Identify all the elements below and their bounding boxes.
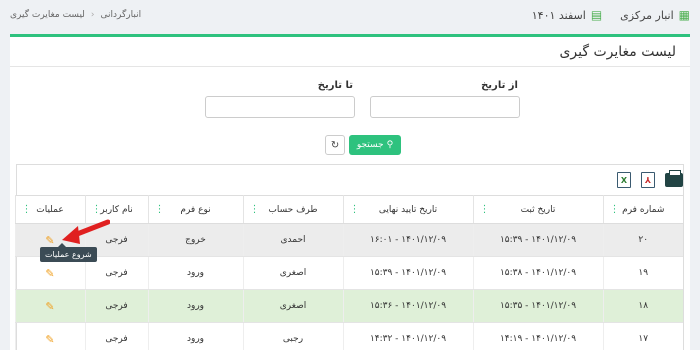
from-date-group: از تاریخ: [370, 80, 520, 118]
column-menu-icon[interactable]: ⋮: [22, 204, 32, 215]
cell-form-type: ورود: [147, 322, 243, 350]
refresh-button[interactable]: ↻: [325, 135, 345, 155]
col-header-final-approval-date[interactable]: تاریخ تایید نهایی ⋮: [342, 195, 473, 224]
cell-register-date: ۱۴۰۱/۱۲/۰۹ - ۱۵:۳۵: [472, 289, 603, 323]
cell-operations: ✎: [14, 289, 85, 323]
search-button-label: جستجو: [356, 140, 384, 150]
cell-operations: ✎: [14, 322, 85, 350]
pencil-icon[interactable]: ✎: [45, 234, 54, 247]
cell-counterparty: اصغری: [242, 289, 343, 323]
col-header-register-date[interactable]: تاریخ ثبت ⋮: [472, 195, 603, 224]
main-card: لیست مغایرت گیری از تاریخ تا تاریخ ⚲ جست…: [10, 34, 690, 350]
pdf-icon[interactable]: ⅄: [641, 172, 655, 188]
column-menu-icon[interactable]: ⋮: [610, 204, 620, 215]
cell-final-approval-date: ۱۴۰۱/۱۲/۰۹ - ۱۵:۳۹: [342, 256, 473, 290]
warehouse-icon: ▦: [678, 8, 690, 22]
refresh-icon: ↻: [330, 139, 340, 151]
breadcrumb-item-inventory[interactable]: انبارگردانی: [101, 10, 142, 20]
operations-tooltip: شروع عملیات: [40, 243, 97, 262]
to-date-input[interactable]: [205, 96, 355, 118]
top-bar: ▦ انبار مرکزی ▤ اسفند ۱۴۰۱ انبارگردانی ‹…: [0, 0, 700, 30]
col-header-form-number[interactable]: شماره فرم ⋮: [602, 195, 683, 224]
column-menu-icon[interactable]: ⋮: [480, 204, 490, 215]
cell-counterparty: اصغری: [242, 256, 343, 290]
cell-form-number: ۱۸: [602, 289, 683, 323]
data-grid: X ⅄ شماره فرم ⋮ تاریخ ثبت ⋮ تاریخ تایید نه…: [14, 164, 684, 350]
cell-form-number: ۱۷: [602, 322, 683, 350]
filter-actions: ⚲ جستجو ↻: [10, 135, 690, 155]
cell-username: فرجی: [84, 322, 148, 350]
col-header-form-type[interactable]: نوع فرم ⋮: [147, 195, 243, 224]
date-filter-row: از تاریخ تا تاریخ: [10, 80, 690, 120]
page-title: لیست مغایرت گیری: [10, 37, 690, 67]
cell-final-approval-date: ۱۴۰۱/۱۲/۰۹ - ۱۶:۰۱: [342, 223, 473, 257]
column-menu-icon[interactable]: ⋮: [92, 204, 102, 215]
cell-form-type: ورود: [147, 289, 243, 323]
table-row[interactable]: ۱۸ ۱۴۰۱/۱۲/۰۹ - ۱۵:۳۵ ۱۴۰۱/۱۲/۰۹ - ۱۵:۳۶…: [14, 289, 683, 323]
cell-form-number: ۲۰: [602, 223, 683, 257]
cell-form-number: ۱۹: [602, 256, 683, 290]
print-icon[interactable]: [665, 170, 683, 187]
pencil-icon[interactable]: ✎: [45, 333, 54, 346]
table-row[interactable]: ۲۰ ۱۴۰۱/۱۲/۰۹ - ۱۵:۳۹ ۱۴۰۱/۱۲/۰۹ - ۱۶:۰۱…: [14, 223, 683, 257]
column-menu-icon[interactable]: ⋮: [250, 204, 260, 215]
from-date-label: از تاریخ: [481, 80, 518, 91]
to-date-group: تا تاریخ: [205, 80, 355, 118]
cell-form-type: خروج: [147, 223, 243, 257]
period-selector[interactable]: ▤ اسفند ۱۴۰۱: [532, 8, 602, 22]
period-label: اسفند ۱۴۰۱: [531, 8, 586, 22]
breadcrumb-separator: ‹: [90, 10, 95, 20]
cell-register-date: ۱۴۰۱/۱۲/۰۹ - ۱۴:۱۹: [472, 322, 603, 350]
cell-username: فرجی: [84, 289, 148, 323]
pencil-icon[interactable]: ✎: [45, 267, 54, 280]
annotation-arrow-icon: [62, 219, 110, 244]
calendar-icon: ▤: [590, 8, 603, 22]
column-menu-icon[interactable]: ⋮: [350, 204, 360, 215]
warehouse-selector[interactable]: ▦ انبار مرکزی: [620, 8, 690, 22]
breadcrumb: انبارگردانی ‹ لیست مغایرت گیری: [10, 10, 141, 20]
table-row[interactable]: ۱۷ ۱۴۰۱/۱۲/۰۹ - ۱۴:۱۹ ۱۴۰۱/۱۲/۰۹ - ۱۴:۳۲…: [14, 322, 683, 350]
cell-counterparty: رجبی: [242, 322, 343, 350]
to-date-label: تا تاریخ: [317, 80, 353, 91]
discrepancy-table: شماره فرم ⋮ تاریخ ثبت ⋮ تاریخ تایید نهایی ⋮…: [14, 195, 683, 350]
grid-toolbar: X ⅄: [17, 165, 683, 195]
cell-register-date: ۱۴۰۱/۱۲/۰۹ - ۱۵:۳۸: [472, 256, 603, 290]
excel-icon[interactable]: X: [617, 172, 631, 188]
cell-final-approval-date: ۱۴۰۱/۱۲/۰۹ - ۱۴:۳۲: [342, 322, 473, 350]
search-icon: ⚲: [386, 140, 394, 150]
table-row[interactable]: ۱۹ ۱۴۰۱/۱۲/۰۹ - ۱۵:۳۸ ۱۴۰۱/۱۲/۰۹ - ۱۵:۳۹…: [14, 256, 683, 290]
search-button[interactable]: ⚲ جستجو: [349, 135, 401, 155]
column-menu-icon[interactable]: ⋮: [155, 204, 165, 215]
cell-final-approval-date: ۱۴۰۱/۱۲/۰۹ - ۱۵:۳۶: [342, 289, 473, 323]
warehouse-name: انبار مرکزی: [620, 8, 674, 22]
pencil-icon[interactable]: ✎: [45, 300, 54, 313]
col-header-counterparty[interactable]: طرف حساب ⋮: [242, 195, 343, 224]
cell-form-type: ورود: [147, 256, 243, 290]
table-header-row: شماره فرم ⋮ تاریخ ثبت ⋮ تاریخ تایید نهایی ⋮…: [14, 195, 683, 224]
from-date-input[interactable]: [370, 96, 520, 118]
breadcrumb-item-current: لیست مغایرت گیری: [10, 10, 85, 20]
cell-counterparty: احمدی: [242, 223, 343, 257]
cell-register-date: ۱۴۰۱/۱۲/۰۹ - ۱۵:۳۹: [472, 223, 603, 257]
